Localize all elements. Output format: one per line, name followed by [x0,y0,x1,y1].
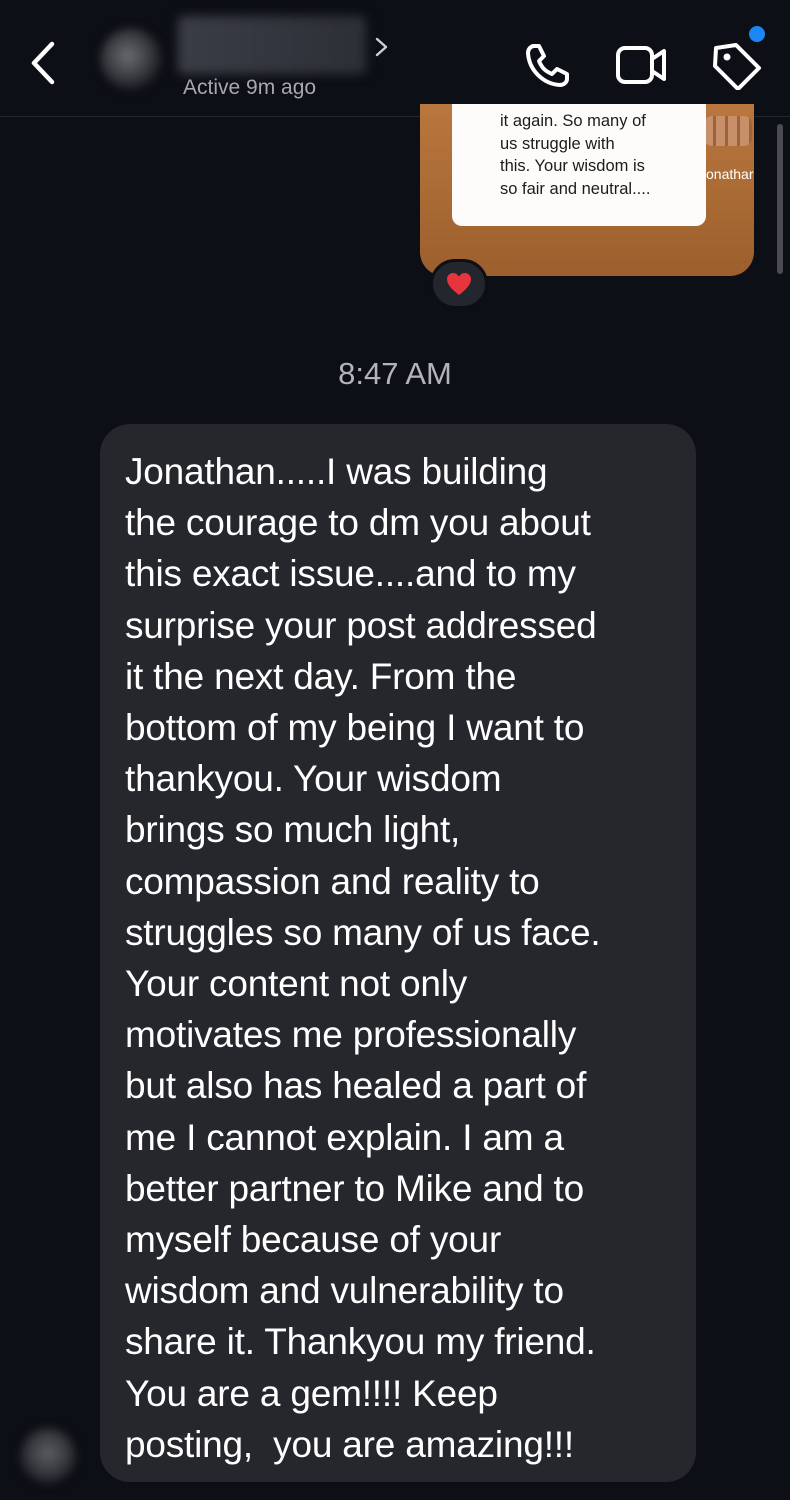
dm-thread-screen: Active 9m ago it again. So many of us st… [0,0,790,1500]
back-icon [31,41,55,85]
heart-icon [447,273,471,295]
video-call-button[interactable] [615,40,667,90]
contact-name-redacted[interactable] [178,16,366,74]
shared-post-handle: onathar [706,166,754,182]
message-bubble[interactable]: Jonathan.....I was building the courage … [100,424,696,1482]
shared-post-card[interactable]: it again. So many of us struggle with th… [420,104,754,276]
back-button[interactable] [24,38,64,88]
post-image-detail [704,116,752,146]
scrollbar[interactable] [777,124,783,274]
active-status: Active 9m ago [183,76,317,99]
tag-button[interactable] [710,40,764,91]
tag-icon [713,43,761,91]
sender-avatar[interactable] [20,1428,76,1484]
voice-call-button[interactable] [523,40,573,90]
video-icon [616,46,666,84]
profile-chevron-button[interactable] [372,36,392,58]
contact-avatar[interactable] [100,28,162,90]
reaction-badge[interactable] [430,259,488,309]
shared-post-caption: it again. So many of us struggle with th… [452,104,706,226]
message-timestamp: 8:47 AM [338,356,452,391]
shared-post-caption-text: it again. So many of us struggle with th… [500,112,651,198]
phone-icon [526,44,569,87]
thread-header: Active 9m ago [0,0,790,117]
notification-dot [749,26,765,42]
message-text: Jonathan.....I was building the courage … [125,451,601,1465]
chevron-right-icon [375,37,388,57]
